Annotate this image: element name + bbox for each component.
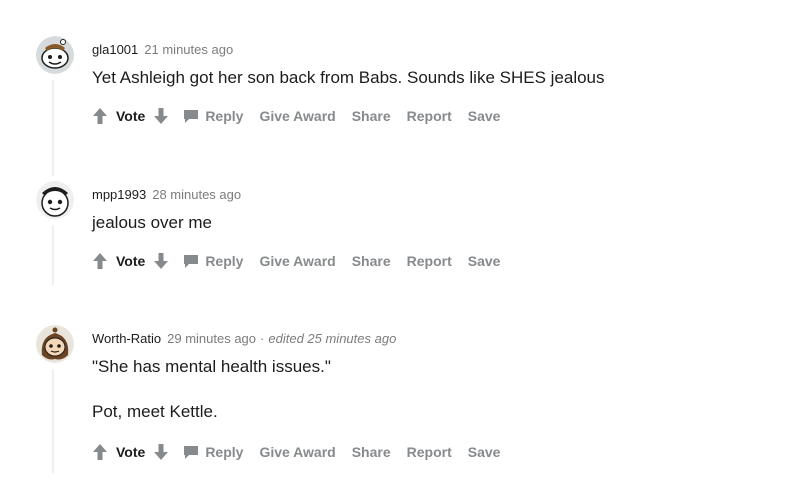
- comment-actions: Vote Reply Give Award Share Report Save: [92, 440, 500, 464]
- thread-line[interactable]: [52, 80, 54, 176]
- reply-button[interactable]: Reply: [183, 444, 243, 460]
- comment-actions: Vote Reply Give Award Share Report Save: [92, 104, 500, 128]
- save-button[interactable]: Save: [468, 108, 501, 124]
- timestamp[interactable]: 28 minutes ago: [152, 187, 241, 202]
- upvote-icon[interactable]: [92, 252, 108, 270]
- reply-label: Reply: [205, 253, 244, 269]
- reply-button[interactable]: Reply: [183, 108, 243, 124]
- downvote-icon[interactable]: [153, 443, 169, 461]
- timestamp[interactable]: 21 minutes ago: [144, 42, 233, 57]
- report-button[interactable]: Report: [407, 253, 452, 269]
- vote-label: Vote: [116, 444, 146, 460]
- username[interactable]: gla1001: [92, 42, 138, 57]
- share-button[interactable]: Share: [352, 444, 391, 460]
- reply-label: Reply: [205, 108, 244, 124]
- report-button[interactable]: Report: [407, 108, 452, 124]
- snoo-avatar-icon: [36, 325, 74, 363]
- upvote-icon[interactable]: [92, 443, 108, 461]
- thread-line[interactable]: [52, 225, 54, 285]
- comment-body-line: Pot, meet Kettle.: [92, 402, 218, 421]
- give-award-button[interactable]: Give Award: [259, 444, 335, 460]
- snoo-avatar-icon: [36, 36, 74, 74]
- downvote-icon[interactable]: [153, 252, 169, 270]
- vote-label: Vote: [116, 108, 146, 124]
- avatar[interactable]: [36, 181, 74, 219]
- snoo-avatar-icon: [36, 181, 74, 219]
- give-award-button[interactable]: Give Award: [259, 253, 335, 269]
- username[interactable]: Worth-Ratio: [92, 331, 161, 346]
- vote-label: Vote: [116, 253, 146, 269]
- comment-meta: Worth-Ratio 29 minutes ago · edited 25 minu…: [92, 331, 396, 346]
- comment-actions: Vote Reply Give Award Share Report Save: [92, 249, 500, 273]
- separator-dot: ·: [260, 331, 265, 346]
- comment-body-line: "She has mental health issues.": [92, 357, 331, 376]
- share-button[interactable]: Share: [352, 108, 391, 124]
- reply-button[interactable]: Reply: [183, 253, 243, 269]
- comment-icon: [184, 446, 199, 459]
- username[interactable]: mpp1993: [92, 187, 146, 202]
- save-button[interactable]: Save: [468, 444, 501, 460]
- thread-line[interactable]: [52, 369, 54, 473]
- avatar[interactable]: [36, 325, 74, 363]
- reply-label: Reply: [205, 444, 244, 460]
- upvote-icon[interactable]: [92, 107, 108, 125]
- comment-icon: [184, 110, 199, 123]
- comment-meta: gla1001 21 minutes ago: [92, 42, 233, 57]
- share-button[interactable]: Share: [352, 253, 391, 269]
- comment-body: Yet Ashleigh got her son back from Babs.…: [92, 68, 605, 87]
- avatar[interactable]: [36, 36, 74, 74]
- comment-body: jealous over me: [92, 213, 213, 232]
- comment-meta: mpp1993 28 minutes ago: [92, 187, 241, 202]
- edited-label: edited 25 minutes ago: [268, 331, 397, 346]
- comment-icon: [184, 255, 199, 268]
- give-award-button[interactable]: Give Award: [259, 108, 335, 124]
- timestamp[interactable]: 29 minutes ago: [167, 331, 256, 346]
- downvote-icon[interactable]: [153, 107, 169, 125]
- save-button[interactable]: Save: [468, 253, 501, 269]
- report-button[interactable]: Report: [407, 444, 452, 460]
